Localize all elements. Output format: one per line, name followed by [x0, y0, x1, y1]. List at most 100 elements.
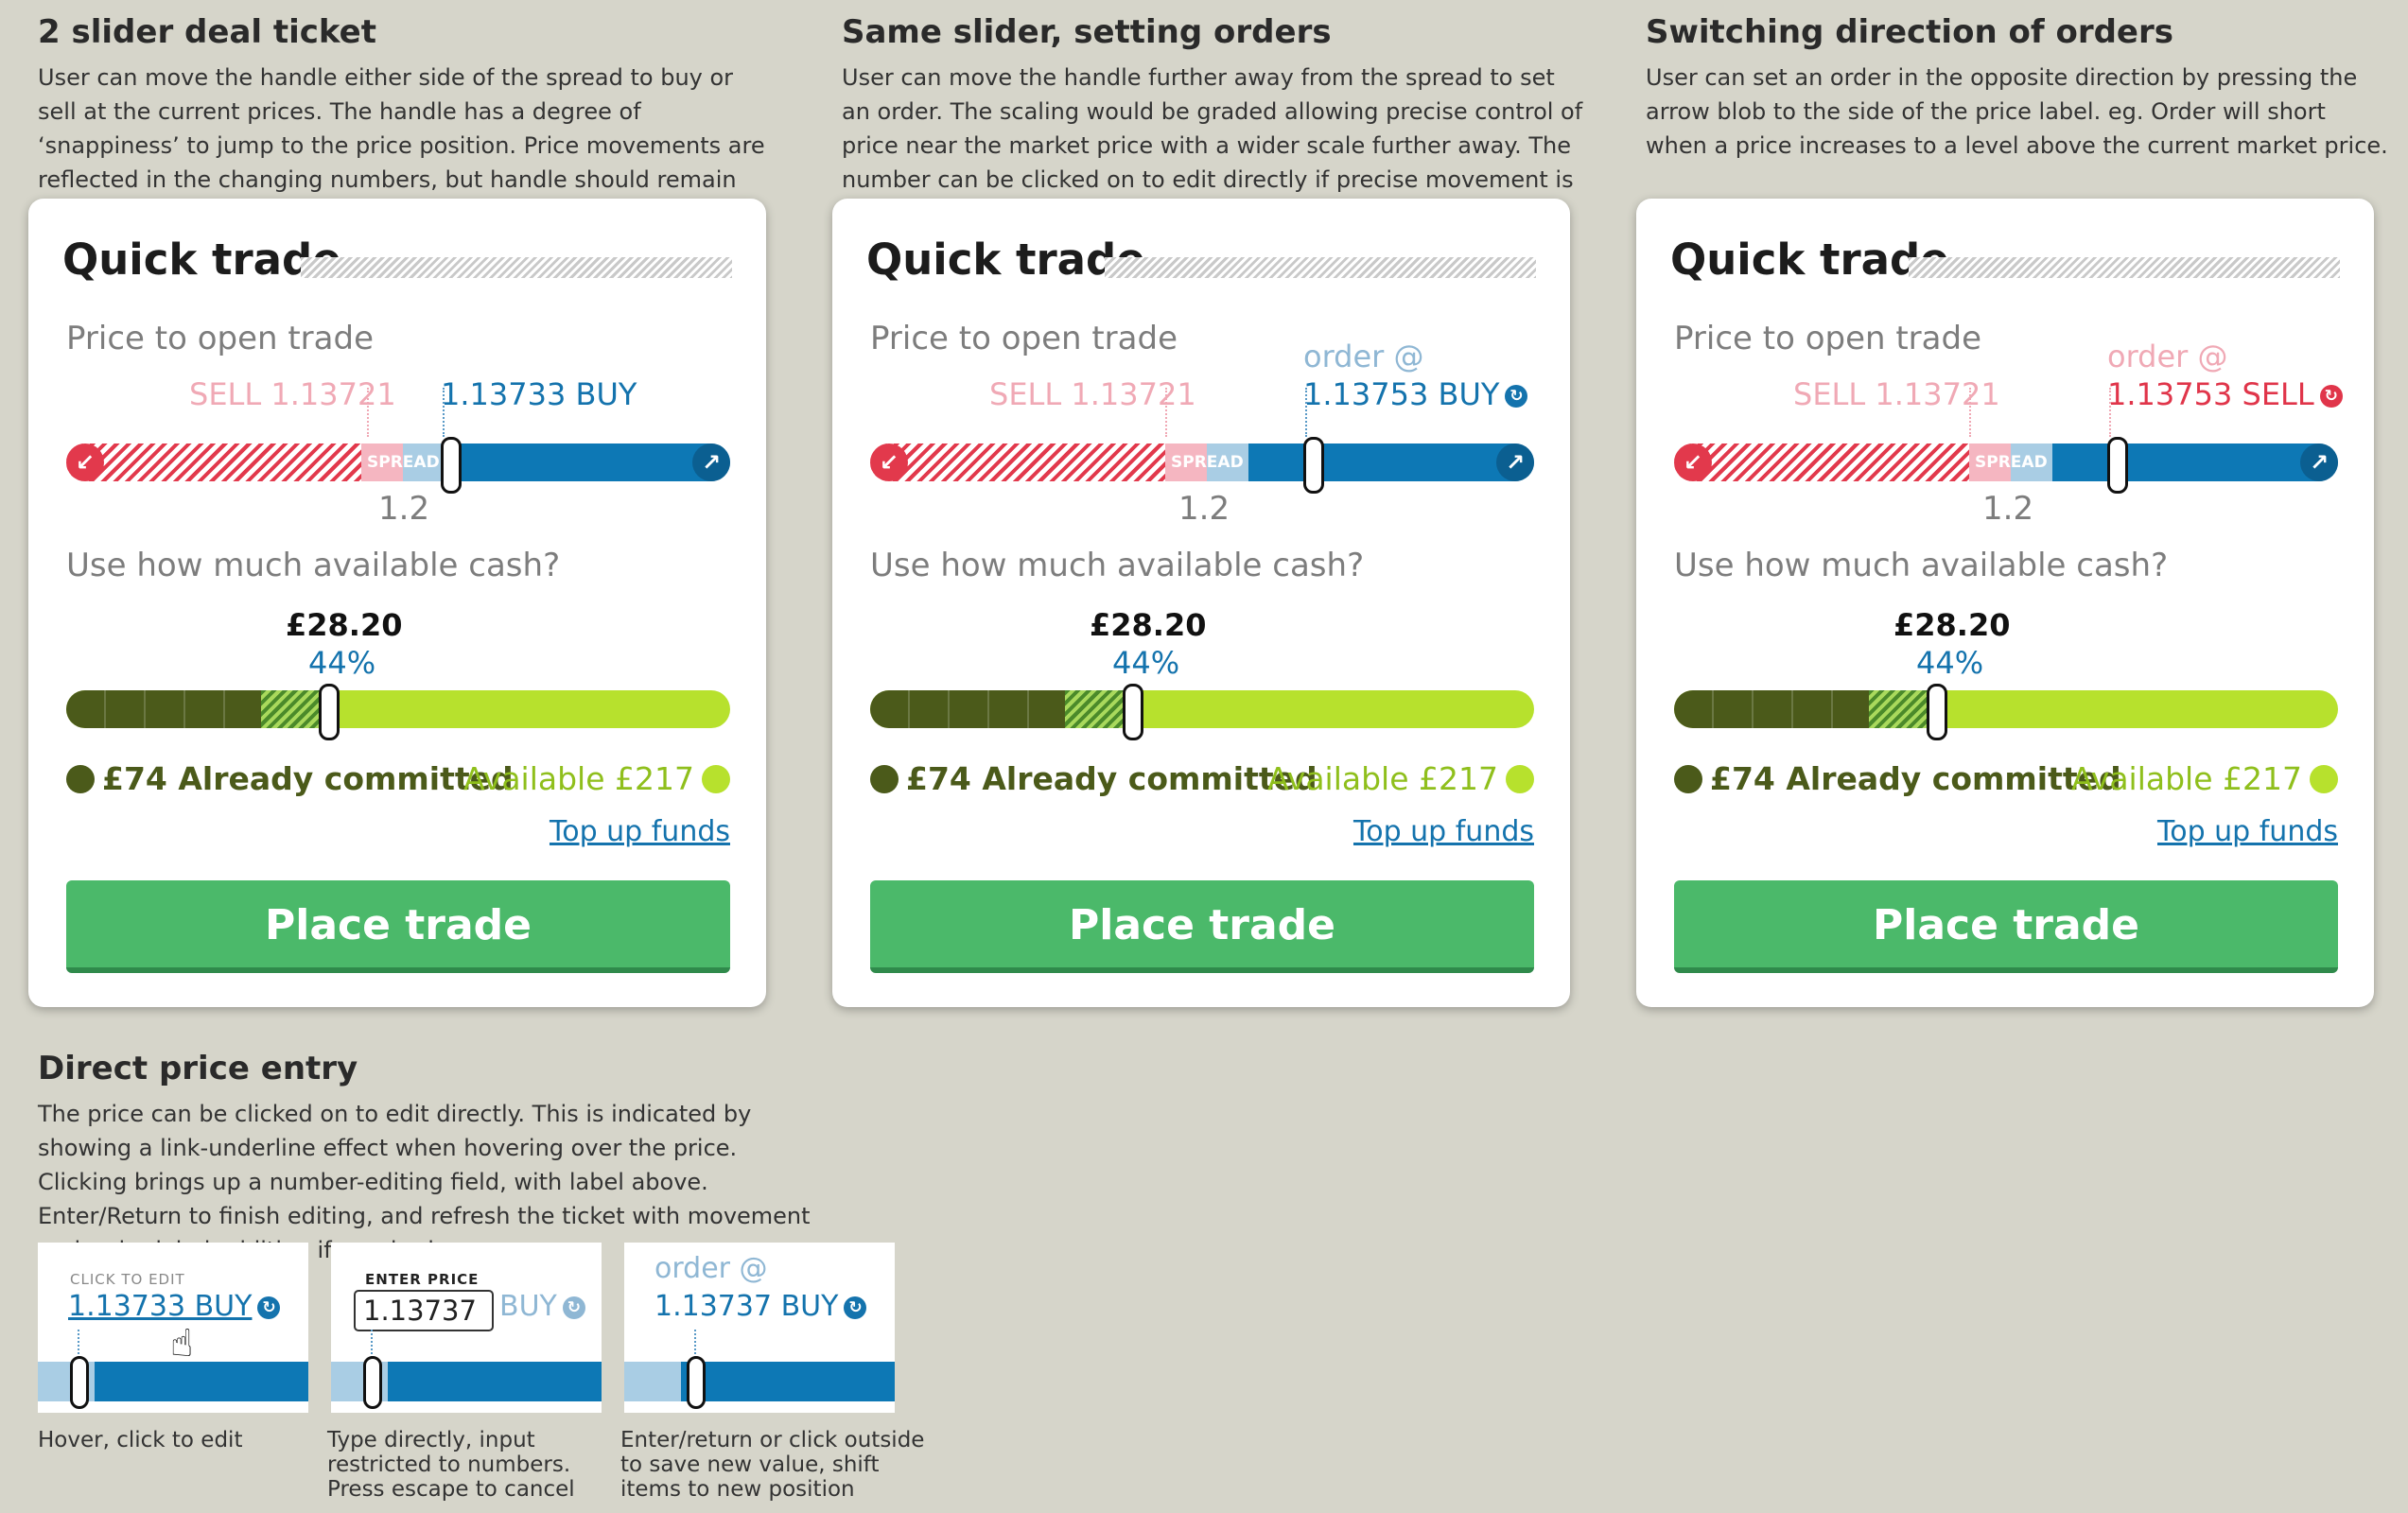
committed-dot	[1674, 765, 1702, 793]
title-hatch-decoration	[1105, 257, 1536, 278]
spread-label: SPREAD	[1171, 453, 1244, 472]
price-slider-handle[interactable]	[687, 1356, 706, 1409]
price-slider-handle[interactable]	[1303, 437, 1324, 494]
spread-value: 1.2	[1982, 490, 2034, 528]
price-slider-handle[interactable]	[70, 1356, 89, 1409]
mini-editing-state: ENTER PRICE BUY ↻ 1.13737	[331, 1243, 602, 1413]
price-to-open-label: Price to open trade	[66, 320, 374, 357]
arrow-up-right-icon[interactable]: ↗	[1496, 443, 1534, 481]
cash-amount: £28.20	[286, 607, 403, 643]
cash-slider-handle[interactable]	[1927, 684, 1947, 740]
order-at-label: order @	[654, 1252, 768, 1285]
quick-trade-ticket: Quick trade Price to open trade SELL 1.1…	[28, 199, 766, 1007]
order-price-label[interactable]: 1.13753 BUY ↻	[1303, 376, 1528, 412]
arrow-down-left-icon[interactable]: ↙	[66, 443, 104, 481]
available-legend: Available £217	[2071, 760, 2338, 797]
cash-percent: 44%	[1112, 645, 1180, 681]
arrow-up-right-icon[interactable]: ↗	[2300, 443, 2338, 481]
spread-label: SPREAD	[1975, 453, 2048, 472]
price-input-field[interactable]: 1.13737	[354, 1290, 494, 1331]
buy-suffix-text: BUY	[499, 1290, 557, 1323]
buy-price-marker	[443, 388, 445, 437]
cash-slider-track[interactable]	[66, 690, 730, 728]
section-title: Same slider, setting orders	[842, 13, 1332, 51]
place-trade-button[interactable]: Place trade	[1674, 880, 2338, 973]
ticket-title: Quick trade	[62, 235, 341, 285]
editable-price-label[interactable]: 1.13733 BUY ↻	[68, 1290, 281, 1323]
buy-price-label[interactable]: 1.13733 BUY	[441, 376, 637, 412]
cash-slider-track[interactable]	[870, 690, 1534, 728]
section-title: Direct price entry	[38, 1050, 358, 1087]
section-description: User can set an order in the opposite di…	[1646, 64, 2388, 159]
title-hatch-decoration	[1909, 257, 2340, 278]
price-text: 1.13733 BUY	[68, 1290, 253, 1323]
top-up-funds-link[interactable]: Top up funds	[550, 815, 730, 848]
committed-text: £74 Already committed	[906, 760, 1317, 797]
price-slider-handle[interactable]	[2107, 437, 2128, 494]
spread-value: 1.2	[378, 490, 430, 528]
price-slider-track[interactable]: SPREAD	[66, 443, 730, 481]
top-up-funds-link[interactable]: Top up funds	[1353, 815, 1534, 848]
order-price-label[interactable]: 1.13737 BUY ↻	[654, 1290, 867, 1323]
cash-percent: 44%	[308, 645, 376, 681]
available-dot	[702, 765, 730, 793]
sell-price-label[interactable]: SELL 1.13721	[189, 376, 396, 412]
rotate-icon[interactable]: ↻	[257, 1296, 281, 1319]
top-up-funds-link[interactable]: Top up funds	[2157, 815, 2338, 848]
mini-hover-state: CLICK TO EDIT 1.13733 BUY ↻ ☝	[38, 1243, 308, 1413]
title-hatch-decoration	[301, 257, 732, 278]
caption-hover: Hover, click to edit	[38, 1428, 243, 1452]
committed-text: £74 Already committed	[102, 760, 514, 797]
price-to-open-label: Price to open trade	[870, 320, 1178, 357]
arrow-down-left-icon[interactable]: ↙	[1674, 443, 1712, 481]
quick-trade-ticket: Quick trade Price to open trade order @ …	[1636, 199, 2374, 1007]
arrow-down-left-icon[interactable]: ↙	[870, 443, 908, 481]
rotate-icon[interactable]: ↻	[844, 1296, 867, 1319]
sell-price-marker	[1969, 388, 1971, 437]
sell-price-marker	[367, 388, 369, 437]
committed-fill	[66, 690, 261, 728]
buy-zone	[388, 1362, 602, 1401]
committed-legend: £74 Already committed	[66, 760, 514, 797]
price-slider-track[interactable]: SPREAD	[1674, 443, 2338, 481]
committed-dot	[870, 765, 899, 793]
buy-zone	[2052, 443, 2338, 481]
order-price-text: 1.13753 SELL	[2107, 376, 2314, 412]
price-slider-handle[interactable]	[441, 437, 462, 494]
buy-zone	[445, 443, 730, 481]
spread-value: 1.2	[1178, 490, 1230, 528]
spread-zone	[624, 1362, 681, 1401]
price-slider-track[interactable]: SPREAD	[870, 443, 1534, 481]
rotate-icon[interactable]: ↻	[2319, 385, 2343, 408]
rotate-icon[interactable]: ↻	[1505, 385, 1528, 408]
committed-text: £74 Already committed	[1710, 760, 2121, 797]
cash-slider-track[interactable]	[1674, 690, 2338, 728]
buy-zone	[95, 1362, 308, 1401]
hand-cursor-icon: ☝	[170, 1322, 194, 1365]
cash-percent: 44%	[1916, 645, 1984, 681]
order-price-marker	[2109, 388, 2111, 437]
quick-trade-ticket: Quick trade Price to open trade order @ …	[832, 199, 1570, 1007]
committed-fill	[870, 690, 1065, 728]
cash-slider-handle[interactable]	[319, 684, 340, 740]
committed-fill	[1674, 690, 1869, 728]
available-legend: Available £217	[1267, 760, 1534, 797]
committed-legend: £74 Already committed	[1674, 760, 2121, 797]
committed-dot	[66, 765, 95, 793]
sell-zone	[870, 443, 1165, 481]
sell-zone	[1674, 443, 1969, 481]
sell-zone	[66, 443, 361, 481]
section-title: 2 slider deal ticket	[38, 13, 376, 51]
mini-saved-state: order @ 1.13737 BUY ↻	[624, 1243, 895, 1413]
buy-zone	[681, 1362, 895, 1401]
section-description: The price can be clicked on to edit dire…	[38, 1101, 811, 1263]
arrow-up-right-icon[interactable]: ↗	[692, 443, 730, 481]
cash-slider-handle[interactable]	[1123, 684, 1143, 740]
cash-amount: £28.20	[1090, 607, 1207, 643]
price-slider-handle[interactable]	[363, 1356, 382, 1409]
place-trade-button[interactable]: Place trade	[870, 880, 1534, 973]
place-trade-button[interactable]: Place trade	[66, 880, 730, 973]
order-price-label[interactable]: 1.13753 SELL ↻	[2107, 376, 2343, 412]
section-direct-price-entry: Direct price entry The price can be clic…	[38, 1050, 832, 1267]
price-to-open-label: Price to open trade	[1674, 320, 1981, 357]
